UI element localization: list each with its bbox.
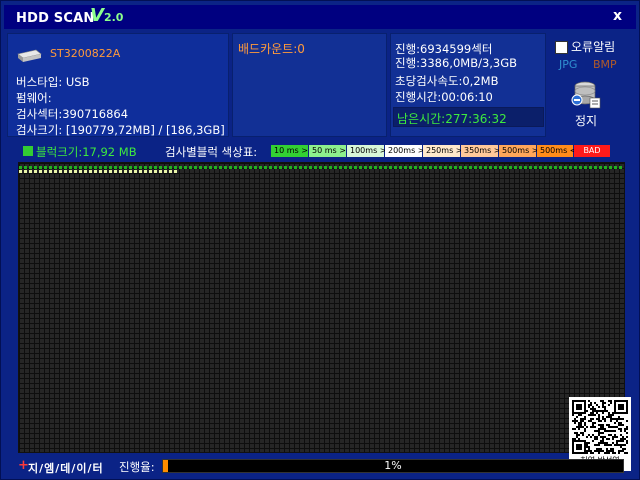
legend-item: 350ms > bbox=[461, 145, 500, 157]
legend-item: 200ms > bbox=[385, 145, 424, 157]
drive-model: ST3200822A bbox=[50, 47, 121, 60]
bus-type: 버스타입: USB bbox=[16, 75, 90, 89]
error-alert-checkbox[interactable] bbox=[555, 41, 568, 54]
progress-label: 진행율: bbox=[119, 460, 155, 474]
title-bar[interactable]: HDD SCAN V2.0 x bbox=[4, 5, 636, 29]
error-alert-label[interactable]: 오류알림 bbox=[571, 38, 615, 55]
scan-sectors: 검사섹터:390716864 bbox=[16, 107, 129, 121]
bmp-option[interactable]: BMP bbox=[593, 58, 617, 71]
color-legend: 10 ms >50 ms >100ms >200ms >250ms >350ms… bbox=[271, 145, 611, 157]
jpg-option[interactable]: JPG bbox=[559, 58, 577, 71]
scanned-blocks-row bbox=[19, 166, 624, 169]
scan-speed: 초당검사속도:0,2MB bbox=[395, 74, 499, 88]
firmware: 펌웨어: bbox=[16, 91, 52, 105]
scan-block-grid bbox=[18, 162, 625, 453]
legend-label: 검사별블럭 색상표: bbox=[165, 145, 258, 159]
brand-name[interactable]: 지/엠/데/이/터 bbox=[28, 460, 104, 476]
legend-item: 500ms < bbox=[537, 145, 576, 157]
footer: + 지/엠/데/이/터 진행율: 1% bbox=[1, 456, 640, 478]
hdd-scan-window: HDD SCAN V2.0 x ST3200822A 버스타입: USB 펌웨어… bbox=[0, 0, 640, 480]
legend-item: 50 ms > bbox=[309, 145, 347, 157]
hard-drive-icon bbox=[17, 49, 42, 62]
remaining-time: 남은시간:277:36:32 bbox=[397, 112, 507, 126]
scanned-blocks-row-2 bbox=[19, 170, 177, 173]
legend-item: BAD bbox=[574, 145, 611, 157]
remaining-time-box: 남은시간:277:36:32 bbox=[393, 107, 544, 127]
app-title: HDD SCAN bbox=[16, 11, 95, 26]
stop-button-label[interactable]: 정지 bbox=[575, 112, 597, 129]
bad-count-panel: 배드카운트:0 bbox=[232, 33, 387, 137]
block-color-swatch bbox=[23, 146, 33, 156]
legend-item: 10 ms > bbox=[271, 145, 309, 157]
legend-bar: 블럭크기:17,92 MB 검사별블럭 색상표: 10 ms >50 ms >1… bbox=[1, 143, 640, 159]
options-panel: 오류알림 JPG BMP 정지 bbox=[551, 37, 637, 137]
legend-item: 100ms > bbox=[347, 145, 386, 157]
elapsed-time: 진행시간:00:06:10 bbox=[395, 90, 493, 104]
progress-mb: 진행:3386,0MB/3,3GB bbox=[395, 56, 518, 70]
stop-database-icon[interactable] bbox=[571, 78, 603, 110]
bad-count: 배드카운트:0 bbox=[238, 42, 305, 56]
progress-stats-panel: 진행:6934599섹터 진행:3386,0MB/3,3GB 초당검사속도:0,… bbox=[390, 33, 546, 137]
progress-bar: 1% bbox=[162, 459, 624, 473]
drive-info-panel: ST3200822A 버스타입: USB 펌웨어: 검사섹터:390716864… bbox=[7, 33, 229, 137]
block-size: 블럭크기:17,92 MB bbox=[36, 145, 137, 159]
scan-size: 검사크기: [190779,72MB] / [186,3GB] bbox=[16, 123, 225, 137]
qr-code-pattern bbox=[572, 400, 628, 454]
legend-item: 250ms > bbox=[423, 145, 462, 157]
progress-text: 1% bbox=[384, 459, 402, 472]
close-button[interactable]: x bbox=[613, 8, 622, 24]
legend-item: 500ms > bbox=[499, 145, 538, 157]
app-version: V2.0 bbox=[90, 5, 124, 26]
